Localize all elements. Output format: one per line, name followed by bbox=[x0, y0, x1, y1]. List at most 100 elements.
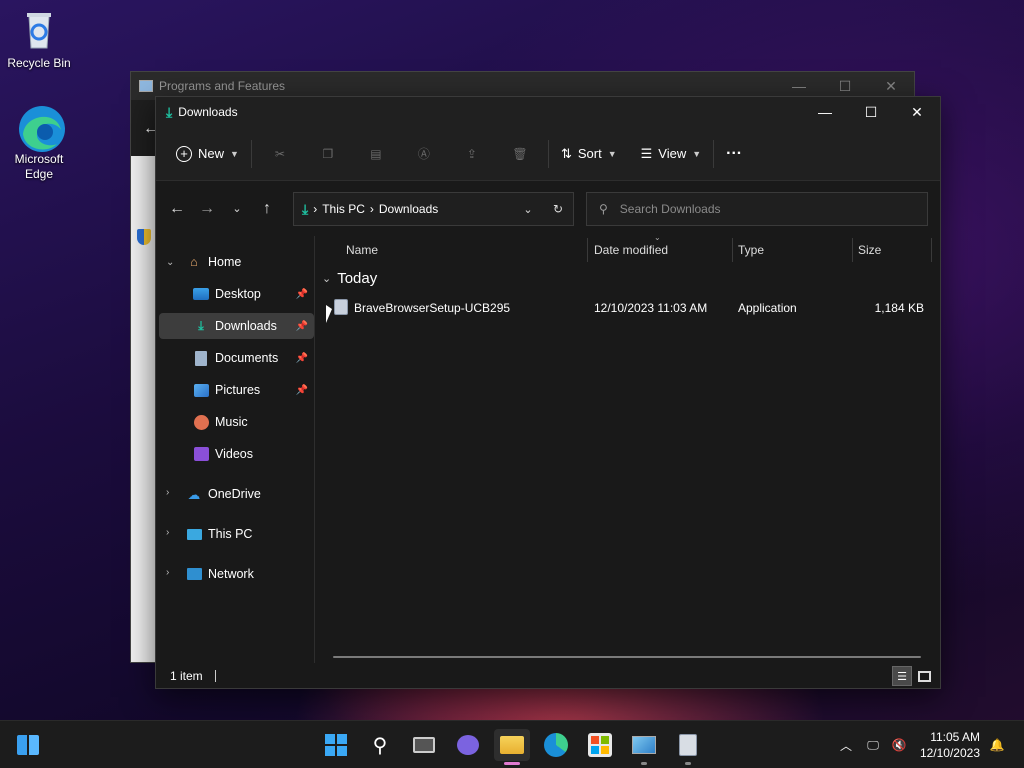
details-view-button[interactable]: ☰ bbox=[892, 666, 912, 686]
chevron-right-icon[interactable]: › bbox=[166, 487, 169, 498]
control-panel-taskbar-button[interactable] bbox=[626, 729, 662, 765]
home-icon: ⌂ bbox=[190, 255, 198, 269]
file-explorer-window[interactable]: ⤓ Downloads — ☐ ✕ + New ▼ ✂ ❐ ▤ Ⓐ ⇪ 🗑 ⇅ … bbox=[155, 96, 941, 689]
sidebar-item-videos[interactable]: Videos bbox=[159, 441, 314, 467]
show-hidden-icons-button[interactable]: ︿ bbox=[836, 729, 856, 761]
widgets-button[interactable] bbox=[10, 729, 46, 761]
chevron-right-icon[interactable]: › bbox=[166, 527, 169, 538]
active-indicator bbox=[504, 762, 520, 765]
view-button[interactable]: ☰ View ▼ bbox=[633, 137, 710, 171]
maximize-button[interactable]: ☐ bbox=[848, 97, 894, 127]
sidebar-item-onedrive[interactable]: › ☁ OneDrive bbox=[156, 481, 314, 507]
search-button[interactable]: ⚲ bbox=[362, 729, 398, 761]
download-icon: ⤓ bbox=[302, 200, 309, 217]
recent-locations-button[interactable]: ⌄ bbox=[222, 194, 252, 224]
start-button[interactable] bbox=[318, 729, 354, 761]
column-header-name[interactable]: Name bbox=[346, 238, 378, 262]
more-options-button[interactable]: ··· bbox=[718, 137, 750, 171]
chevron-down-icon[interactable]: ⌄ bbox=[166, 257, 174, 268]
pin-icon: 📌 bbox=[295, 288, 308, 300]
notifications-button[interactable]: 🔔 bbox=[986, 729, 1008, 761]
column-divider[interactable] bbox=[852, 238, 853, 262]
edge-taskbar-button[interactable] bbox=[538, 729, 574, 761]
delete-button[interactable]: 🗑 bbox=[496, 137, 544, 171]
sidebar-item-music[interactable]: Music bbox=[159, 409, 314, 435]
address-bar[interactable]: ⤓ › This PC › Downloads ⌄ ↻ bbox=[293, 192, 574, 226]
file-explorer-taskbar-button[interactable] bbox=[494, 729, 530, 765]
column-divider[interactable] bbox=[587, 238, 588, 262]
desktop-icon-recycle-bin[interactable]: Recycle Bin bbox=[2, 8, 76, 71]
paste-button[interactable]: ▤ bbox=[352, 137, 400, 171]
breadcrumb-this-pc[interactable]: This PC bbox=[322, 202, 365, 216]
title-bar[interactable]: ⤓ Downloads — ☐ ✕ bbox=[156, 97, 940, 127]
file-row[interactable]: BraveBrowserSetup-UCB295 12/10/2023 11:0… bbox=[326, 295, 930, 321]
trash-icon: 🗑 bbox=[512, 146, 528, 161]
cut-button[interactable]: ✂ bbox=[256, 137, 304, 171]
desktop-icon-label: Recycle Bin bbox=[7, 56, 71, 70]
search-placeholder: Search Downloads bbox=[619, 202, 721, 216]
tiles-view-button[interactable] bbox=[914, 666, 934, 686]
sidebar-item-documents[interactable]: Documents 📌 bbox=[159, 345, 314, 371]
application-icon bbox=[334, 299, 348, 315]
column-divider[interactable] bbox=[732, 238, 733, 262]
shield-icon bbox=[137, 229, 151, 245]
chat-button[interactable] bbox=[450, 729, 486, 761]
back-button[interactable]: ← bbox=[162, 194, 192, 224]
clock[interactable]: 11:05 AM 12/10/2023 bbox=[920, 729, 980, 761]
refresh-icon[interactable]: ↻ bbox=[543, 202, 573, 216]
chevron-right-icon[interactable]: › bbox=[166, 567, 169, 578]
sidebar-item-home[interactable]: ⌄ ⌂ Home bbox=[156, 249, 314, 275]
arrow-up-icon: ↑ bbox=[263, 199, 271, 217]
store-taskbar-button[interactable] bbox=[582, 729, 618, 761]
breadcrumb-downloads[interactable]: Downloads bbox=[379, 202, 438, 216]
copy-button[interactable]: ❐ bbox=[304, 137, 352, 171]
forward-button[interactable]: → bbox=[192, 194, 222, 224]
address-dropdown-icon[interactable]: ⌄ bbox=[513, 203, 543, 216]
clipboard-icon: ▤ bbox=[370, 146, 382, 161]
sidebar-item-downloads[interactable]: ⤓ Downloads 📌 bbox=[159, 313, 314, 339]
chevron-right-icon: › bbox=[369, 202, 374, 216]
column-header-size[interactable]: Size bbox=[858, 238, 881, 262]
network-tray-button[interactable]: 🖵 bbox=[862, 729, 884, 761]
horizontal-scrollbar[interactable] bbox=[333, 656, 921, 658]
sort-label: Sort bbox=[577, 146, 602, 161]
chevron-up-icon: ︿ bbox=[839, 738, 852, 753]
up-button[interactable]: ↑ bbox=[252, 194, 282, 224]
sort-button[interactable]: ⇅ Sort ▼ bbox=[553, 137, 625, 171]
rename-button[interactable]: Ⓐ bbox=[400, 137, 448, 171]
sidebar-item-label: This PC bbox=[208, 527, 253, 541]
file-size: 1,184 KB bbox=[874, 301, 924, 315]
desktop-icon-edge[interactable]: Microsoft Edge bbox=[2, 104, 76, 182]
volume-tray-button[interactable]: 🔇 bbox=[888, 729, 910, 761]
taskbar: ⚲ ︿ 🖵 🔇 11:05 AM 12/10/2023 🔔 bbox=[0, 720, 1024, 768]
pin-icon: 📌 bbox=[295, 352, 308, 364]
pane-splitter[interactable] bbox=[314, 236, 315, 663]
share-button[interactable]: ⇪ bbox=[448, 137, 496, 171]
close-button[interactable]: ✕ bbox=[868, 78, 914, 95]
maximize-button[interactable]: ☐ bbox=[822, 78, 868, 95]
store-icon bbox=[588, 733, 612, 757]
chevron-down-icon: ▼ bbox=[607, 148, 617, 159]
sidebar-item-pictures[interactable]: Pictures 📌 bbox=[159, 377, 314, 403]
new-button[interactable]: + New ▼ bbox=[168, 137, 247, 171]
task-view-button[interactable] bbox=[406, 729, 442, 761]
close-button[interactable]: ✕ bbox=[894, 97, 940, 127]
sidebar-item-this-pc[interactable]: › This PC bbox=[156, 521, 314, 547]
pin-icon: 📌 bbox=[295, 384, 308, 396]
view-label: View bbox=[658, 146, 687, 161]
column-divider[interactable] bbox=[931, 238, 932, 262]
minimize-button[interactable]: — bbox=[802, 97, 848, 127]
minimize-button[interactable]: — bbox=[776, 78, 822, 95]
installer-taskbar-button[interactable] bbox=[670, 729, 706, 765]
column-header-type[interactable]: Type bbox=[738, 238, 764, 262]
notification-bell-icon: 🔔 bbox=[989, 738, 1005, 752]
group-header-today[interactable]: ⌄ Today bbox=[322, 270, 377, 287]
search-input[interactable]: ⚲ Search Downloads bbox=[586, 192, 928, 226]
more-icon: ··· bbox=[726, 144, 743, 162]
column-label: Type bbox=[738, 243, 765, 257]
search-icon: ⚲ bbox=[599, 202, 608, 216]
sidebar-item-network[interactable]: › Network bbox=[156, 561, 314, 587]
bg-back-area: ← bbox=[131, 100, 159, 156]
sidebar-item-desktop[interactable]: Desktop 📌 bbox=[159, 281, 314, 307]
recycle-bin-icon bbox=[17, 8, 61, 52]
